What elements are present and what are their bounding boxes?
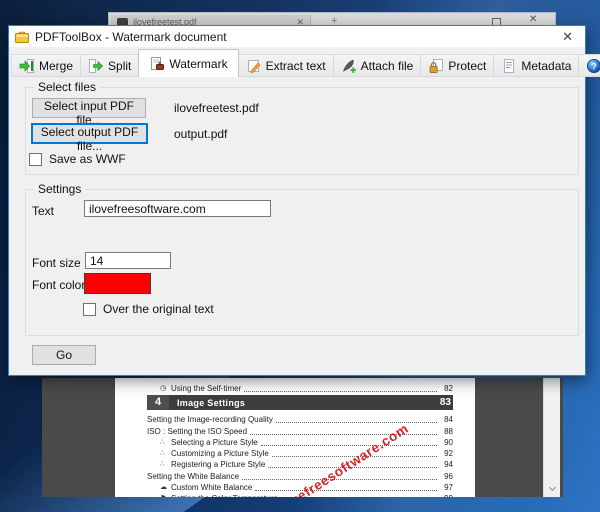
font-color-label: Font color (32, 278, 86, 292)
watermark-icon (149, 56, 165, 72)
tab-attach-file[interactable]: Attach file (332, 54, 422, 77)
input-file-name: ilovefreetest.pdf (174, 101, 259, 115)
chevron-down-icon (548, 483, 557, 492)
tab-extract-text[interactable]: Extract text (237, 54, 334, 77)
tab-label: Metadata (521, 58, 572, 73)
close-icon[interactable]: ✕ (529, 14, 537, 25)
tab-label: Split (108, 58, 132, 73)
toc-row: Setting the White Balance 96 (147, 471, 453, 481)
toc-row: ∴ Customizing a Picture Style 92 (160, 449, 453, 459)
pen-attach-icon (341, 58, 357, 74)
picture-style-icon: ∴ (160, 461, 165, 469)
output-file-name: output.pdf (174, 127, 228, 141)
toc-row: ◷ Using the Self-timer 82 (160, 384, 453, 393)
group-legend: Settings (34, 182, 86, 196)
font-size-label: Font size (32, 256, 81, 270)
tab-watermark[interactable]: Watermark (138, 49, 239, 77)
toc-row: ∴ Registering a Picture Style 94 (160, 460, 453, 470)
toc-row: Setting the Image-recording Quality 84 (147, 415, 453, 425)
custom-white-balance-icon: ☁ (160, 484, 167, 492)
pencil-icon (246, 58, 262, 74)
tab-strip: Merge Split Watermark Extract text Attac… (11, 49, 600, 77)
checkbox-label: Save as WWF (49, 152, 126, 166)
question-mark-icon: ? (586, 58, 600, 74)
text-label: Text (32, 204, 55, 218)
svg-text:?: ? (591, 61, 597, 72)
save-as-wwf-checkbox[interactable]: Save as WWF (29, 152, 126, 166)
tab-label: Extract text (265, 58, 326, 73)
tab-metadata[interactable]: Metadata (493, 54, 580, 77)
checkbox-box[interactable] (83, 302, 96, 316)
dot-leader (255, 490, 437, 492)
checkbox-label: Over the original text (103, 302, 214, 316)
chapter-header: 4 Image Settings 83 (147, 395, 453, 410)
tab-merge[interactable]: Merge (11, 54, 82, 77)
split-icon (88, 58, 104, 74)
dot-leader (275, 422, 437, 424)
background-document-window: ◷ Using the Self-timer 82 4 Image Settin… (42, 378, 563, 497)
close-icon[interactable]: ✕ (556, 29, 579, 45)
group-legend: Select files (34, 80, 101, 94)
lock-icon (428, 58, 444, 74)
select-input-pdf-button[interactable]: Select input PDF file... (32, 98, 146, 127)
picture-style-icon: ∴ (160, 438, 165, 446)
dot-leader (260, 444, 437, 446)
dialog-titlebar: PDFToolBox - Watermark document ✕ (9, 26, 585, 47)
tab-label: Merge (39, 58, 74, 73)
font-size-input[interactable] (85, 252, 171, 269)
dot-leader (244, 391, 437, 392)
tab-protect[interactable]: Protect (420, 54, 495, 77)
color-temperature-icon: ⚑ (160, 495, 171, 497)
merge-icon (19, 58, 35, 74)
scroll-down-button[interactable] (544, 482, 561, 495)
pdf-page: ◷ Using the Self-timer 82 4 Image Settin… (115, 378, 475, 497)
tab-label: Protect (448, 58, 487, 73)
over-original-text-checkbox[interactable]: Over the original text (83, 302, 214, 316)
vertical-scrollbar[interactable] (543, 378, 560, 497)
metadata-document-icon (501, 58, 517, 74)
self-timer-icon: ◷ (160, 385, 167, 392)
dialog-title: PDFToolBox - Watermark document (35, 29, 227, 44)
font-color-swatch[interactable] (84, 273, 151, 294)
tab-label: Attach file (360, 58, 414, 73)
watermark-text-input[interactable] (84, 200, 271, 217)
picture-style-icon: ∴ (160, 450, 165, 458)
table-of-contents: ◷ Using the Self-timer 82 4 Image Settin… (147, 380, 453, 497)
toc-row: ∴ Selecting a Picture Style 90 (160, 437, 453, 447)
checkbox-box[interactable] (29, 152, 42, 166)
tab-about[interactable]: ? About (578, 54, 600, 77)
pdftoolbox-dialog: PDFToolBox - Watermark document ✕ Merge … (8, 25, 600, 376)
app-icon (15, 31, 29, 43)
tab-label: Watermark (169, 56, 228, 71)
tab-split[interactable]: Split (80, 54, 140, 77)
select-output-pdf-button[interactable]: Select output PDF file... (31, 123, 148, 153)
go-button[interactable]: Go (32, 345, 96, 365)
